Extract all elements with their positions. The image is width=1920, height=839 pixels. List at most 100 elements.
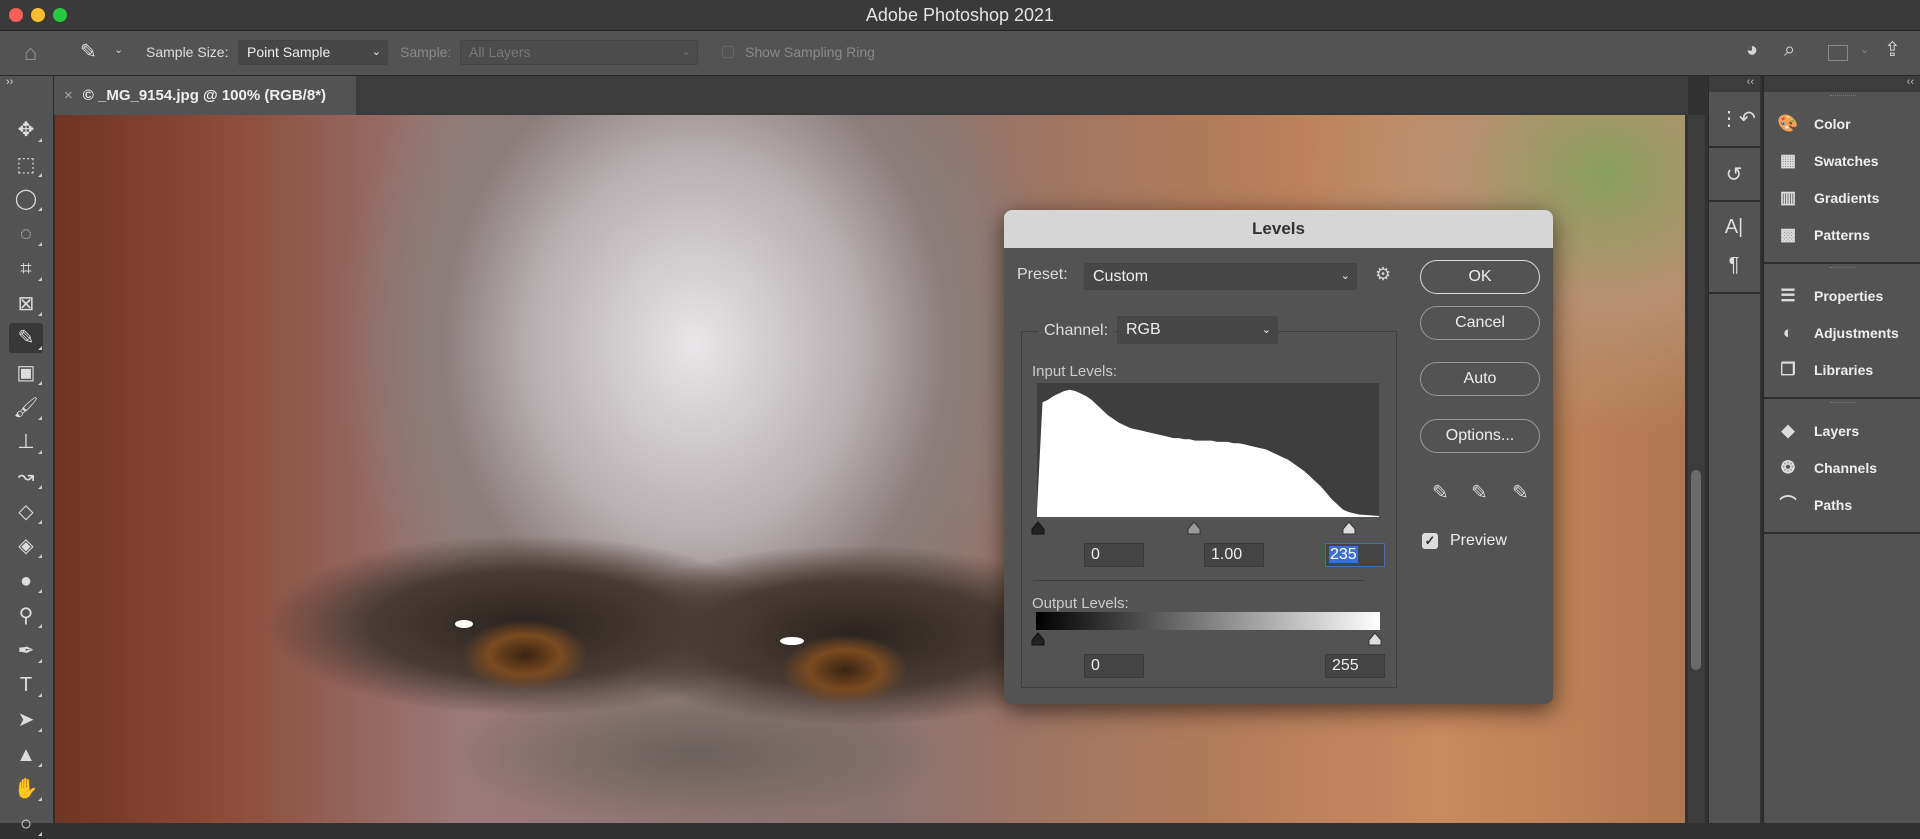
collapse-panels-icon[interactable]: ‹‹ bbox=[1764, 76, 1920, 92]
collapse-panels-icon[interactable]: ‹‹ bbox=[1709, 76, 1760, 92]
dodge-tool[interactable]: ⚲ bbox=[9, 601, 43, 631]
auto-button[interactable]: Auto bbox=[1420, 362, 1540, 396]
paint-bucket-tool[interactable]: ◈ bbox=[9, 531, 43, 561]
panel-item-color[interactable]: 🎨 Color bbox=[1764, 108, 1920, 140]
tab-document[interactable]: × © _MG_9154.jpg @ 100% (RGB/8*) bbox=[54, 76, 356, 115]
panel-item-adjustments[interactable]: ◐ Adjustments bbox=[1764, 317, 1920, 349]
panel-item-channels[interactable]: ❂ Channels bbox=[1764, 452, 1920, 484]
hand-tool[interactable]: ✋ bbox=[9, 774, 43, 804]
input-gamma-field[interactable]: 1.00 bbox=[1204, 543, 1264, 567]
layers-icon: ◆ bbox=[1781, 421, 1795, 440]
panel-item-gradients[interactable]: ▥ Gradients bbox=[1764, 182, 1920, 214]
cancel-button[interactable]: Cancel bbox=[1420, 306, 1540, 340]
chevron-down-icon: ⌄ bbox=[681, 46, 691, 58]
patch-tool[interactable]: ▣ bbox=[9, 358, 43, 388]
maximize-window-button[interactable] bbox=[53, 8, 67, 22]
gray-point-eyedropper-icon[interactable]: ✎ bbox=[1471, 480, 1488, 505]
chevron-down-icon[interactable]: ⌄ bbox=[1860, 43, 1869, 56]
history-brush-tool[interactable]: ↝ bbox=[9, 462, 43, 492]
user-add-icon[interactable]: ◕ bbox=[1746, 39, 1758, 62]
lasso-tool[interactable]: ◯ bbox=[9, 184, 43, 214]
eraser-tool[interactable]: ◇ bbox=[9, 497, 43, 527]
preset-label: Preset: bbox=[1017, 266, 1068, 283]
show-sampling-ring-checkbox[interactable] bbox=[722, 46, 734, 58]
home-icon[interactable]: ⌂ bbox=[24, 40, 37, 66]
panel-item-swatches[interactable]: ▦ Swatches bbox=[1764, 145, 1920, 177]
panel-item-label: Patterns bbox=[1814, 227, 1871, 243]
stamp-tool[interactable]: ⊥ bbox=[9, 427, 43, 457]
pattern-icon: ▩ bbox=[1779, 225, 1797, 244]
scrollbar-thumb[interactable] bbox=[1691, 470, 1701, 670]
options-bar: ⌂ ✎ ⌄ Sample Size: Point Sample ⌄ Sample:… bbox=[0, 31, 1920, 76]
vertical-scrollbar[interactable] bbox=[1688, 115, 1705, 823]
panel-item-paths[interactable]: ⌒ Paths bbox=[1764, 489, 1920, 521]
zoom-tool[interactable]: ○ bbox=[9, 809, 43, 839]
output-levels-label: Output Levels: bbox=[1032, 595, 1129, 612]
chevron-down-icon[interactable]: ⌄ bbox=[114, 43, 123, 56]
preset-value: Custom bbox=[1093, 268, 1149, 285]
minimize-window-button[interactable] bbox=[31, 8, 45, 22]
move-tool[interactable]: ✥ bbox=[9, 115, 43, 145]
quick-selection-tool[interactable]: ◌ bbox=[9, 219, 43, 249]
options-button[interactable]: Options... bbox=[1420, 419, 1540, 453]
search-icon[interactable]: ⌕ bbox=[1784, 39, 1795, 62]
panel-item-label: Layers bbox=[1814, 423, 1860, 439]
history-icon[interactable]: ↺ bbox=[1719, 162, 1749, 187]
eyedropper-tool-preset-icon[interactable]: ✎ bbox=[80, 39, 97, 64]
chevron-down-icon: ⌄ bbox=[1340, 270, 1350, 282]
close-window-button[interactable] bbox=[9, 8, 23, 22]
channel-select[interactable]: RGB ⌄ bbox=[1117, 316, 1278, 344]
output-black-field[interactable]: 0 bbox=[1084, 654, 1144, 678]
panel-grip[interactable] bbox=[1830, 95, 1856, 98]
eye-highlight bbox=[780, 637, 804, 645]
brush-tool[interactable]: 🖌 bbox=[9, 393, 43, 423]
close-tab-icon[interactable]: × bbox=[64, 87, 73, 104]
workspace-icon[interactable] bbox=[1828, 45, 1848, 61]
panel-grip[interactable] bbox=[1830, 267, 1856, 270]
panel-item-patterns[interactable]: ▩ Patterns bbox=[1764, 219, 1920, 251]
marquee-tool[interactable]: ⬚ bbox=[9, 150, 43, 180]
shape-tool[interactable]: ▲ bbox=[9, 740, 43, 770]
character-icon[interactable]: A| bbox=[1719, 216, 1749, 239]
preview-checkbox[interactable]: ✓ bbox=[1422, 533, 1438, 549]
panel-icon-column: ‹‹ ⋮↶ ↺ A| ¶ bbox=[1708, 76, 1761, 823]
sample-select[interactable]: All Layers ⌄ bbox=[460, 40, 698, 65]
crop-tool[interactable]: ⌗ bbox=[9, 254, 43, 284]
black-point-eyedropper-icon[interactable]: ✎ bbox=[1432, 480, 1449, 505]
input-levels-label: Input Levels: bbox=[1032, 363, 1118, 380]
input-white-field[interactable]: 235 bbox=[1325, 543, 1385, 567]
frame-tool[interactable]: ⊠ bbox=[9, 289, 43, 319]
type-tool[interactable]: T bbox=[9, 670, 43, 700]
sample-size-select[interactable]: Point Sample ⌄ bbox=[238, 40, 388, 65]
expand-toolbar-icon[interactable]: ›› bbox=[6, 76, 13, 88]
divider bbox=[1709, 146, 1761, 148]
output-black-slider[interactable] bbox=[1030, 632, 1046, 646]
paragraph-icon[interactable]: ¶ bbox=[1719, 254, 1749, 277]
pen-tool[interactable]: ✒ bbox=[9, 636, 43, 666]
panel-item-libraries[interactable]: ❐ Libraries bbox=[1764, 354, 1920, 386]
input-white-slider[interactable] bbox=[1341, 521, 1357, 535]
sample-size-value: Point Sample bbox=[247, 44, 331, 60]
output-white-field[interactable]: 255 bbox=[1325, 654, 1385, 678]
blur-tool[interactable]: ● bbox=[9, 566, 43, 596]
panel-item-label: Libraries bbox=[1814, 362, 1874, 378]
input-gamma-slider[interactable] bbox=[1186, 521, 1202, 535]
panel-item-label: Color bbox=[1814, 116, 1851, 132]
output-white-slider[interactable] bbox=[1367, 632, 1383, 646]
panel-item-layers[interactable]: ◆ Layers bbox=[1764, 415, 1920, 447]
panel-grip[interactable] bbox=[1830, 402, 1856, 405]
divider bbox=[1764, 397, 1920, 399]
eyedropper-tool[interactable]: ✎ bbox=[9, 323, 43, 354]
history-states-icon[interactable]: ⋮↶ bbox=[1719, 106, 1756, 131]
histogram bbox=[1037, 383, 1379, 517]
chevron-down-icon: ⌄ bbox=[1261, 324, 1271, 336]
white-point-eyedropper-icon[interactable]: ✎ bbox=[1512, 480, 1529, 505]
share-icon[interactable]: ⇪ bbox=[1884, 37, 1901, 62]
ok-button[interactable]: OK bbox=[1420, 260, 1540, 294]
input-black-field[interactable]: 0 bbox=[1084, 543, 1144, 567]
path-selection-tool[interactable]: ➤ bbox=[9, 705, 43, 735]
input-black-slider[interactable] bbox=[1030, 521, 1046, 535]
panel-item-properties[interactable]: ☰ Properties bbox=[1764, 280, 1920, 312]
preset-select[interactable]: Custom ⌄ bbox=[1084, 263, 1357, 290]
gear-icon[interactable]: ⚙ bbox=[1375, 264, 1391, 285]
